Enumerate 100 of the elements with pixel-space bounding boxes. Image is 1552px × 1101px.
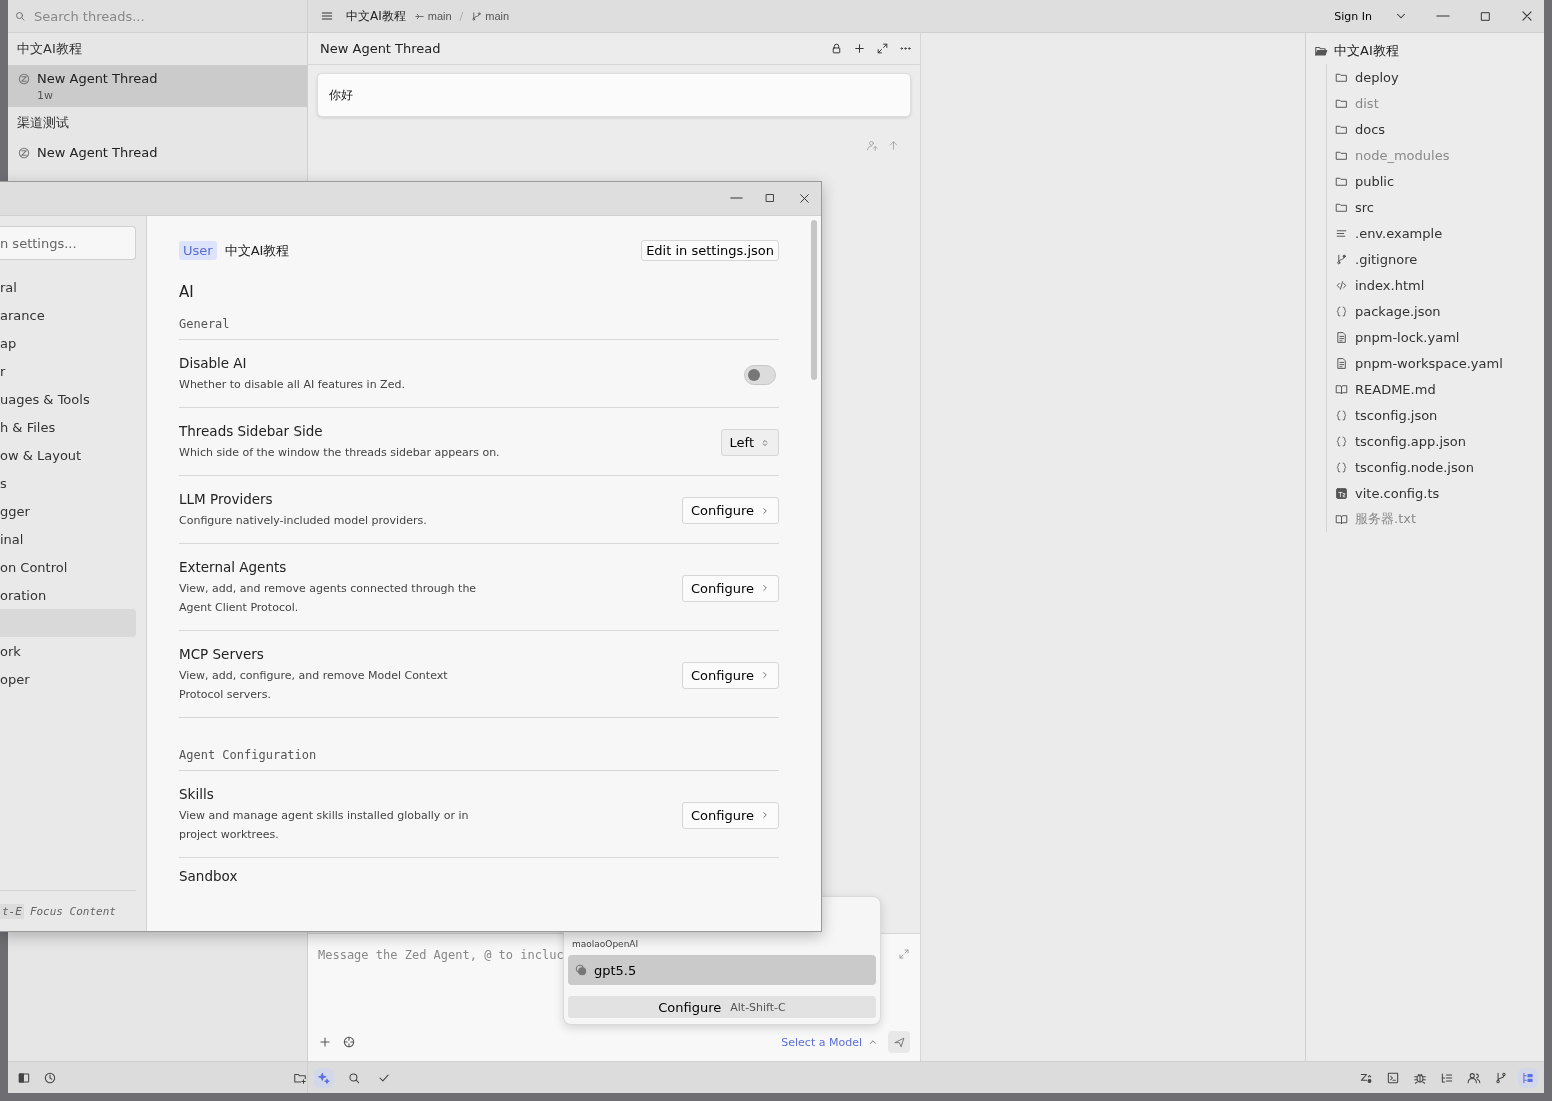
model-icon — [574, 963, 588, 977]
tree-item[interactable]: pnpm-workspace.yaml — [1327, 350, 1544, 376]
outline-button[interactable] — [1440, 1070, 1454, 1085]
outline-icon — [1440, 1070, 1454, 1085]
tree-item[interactable]: .gitignore — [1327, 246, 1544, 272]
tree-item[interactable]: docs — [1327, 116, 1544, 142]
users-button[interactable] — [1467, 1070, 1481, 1085]
nav-item[interactable]: ow & Layout — [0, 441, 136, 469]
tree-item[interactable]: pnpm-lock.yaml — [1327, 324, 1544, 350]
nav-item[interactable]: r — [0, 357, 136, 385]
expand-icon — [876, 42, 889, 55]
tree-button[interactable] — [1521, 1070, 1535, 1085]
configure-button[interactable]: Configure — [682, 574, 779, 602]
tree-item[interactable]: 中文AI教程 — [1306, 38, 1544, 64]
nav-item[interactable]: inal — [0, 525, 136, 553]
document-icon — [1335, 356, 1348, 370]
thread-item[interactable]: New Agent Thread — [8, 139, 307, 165]
mention-button[interactable] — [342, 1035, 356, 1049]
tree-item[interactable]: src — [1327, 194, 1544, 220]
tree-item[interactable]: tsconfig.node.json — [1327, 454, 1544, 480]
setting-description: View and manage agent skills installed globally or in project worktrees. — [179, 808, 470, 843]
tree-item[interactable]: vite.config.ts — [1327, 480, 1544, 506]
item-label: 中文AI教程 — [1334, 42, 1399, 60]
tree-item[interactable]: tsconfig.json — [1327, 402, 1544, 428]
thread-item[interactable]: New Agent Thread 1w — [8, 65, 307, 107]
close-icon — [797, 191, 811, 205]
sparkle-button[interactable] — [317, 1070, 331, 1085]
sign-in-button[interactable]: Sign In — [1330, 9, 1376, 23]
minimize-icon — [729, 197, 743, 199]
sparkle-icon — [317, 1070, 331, 1085]
clock-icon — [43, 1070, 57, 1085]
branch-button[interactable] — [1494, 1070, 1508, 1085]
model-selector[interactable]: Select a Model — [781, 1035, 878, 1049]
terminal-button[interactable] — [1386, 1070, 1400, 1085]
dropdown[interactable]: Left — [720, 429, 779, 456]
model-option[interactable]: gpt5.5 — [568, 955, 876, 985]
chevron-right-icon — [760, 810, 770, 820]
setting-description: View, add, configure, and remove Model Context Protocol servers. — [179, 668, 449, 703]
nav-item[interactable]: gger — [0, 497, 136, 525]
branch-button[interactable]: main — [471, 10, 510, 22]
nav-item[interactable]: s — [0, 469, 136, 497]
clock-button[interactable] — [43, 1070, 57, 1085]
chevron-right-icon — [760, 583, 770, 593]
braces-icon — [1335, 408, 1348, 422]
scrollbar[interactable] — [811, 220, 817, 380]
users-icon — [1467, 1070, 1481, 1085]
nav-item[interactable]: ork — [0, 637, 136, 665]
configure-button[interactable]: Configure — [682, 661, 779, 689]
nav-item[interactable]: h & Files — [0, 413, 136, 441]
setting-name: LLM Providers — [179, 491, 274, 507]
plus-icon — [853, 42, 866, 55]
search-icon — [347, 1070, 361, 1085]
user-arrow-icon — [866, 139, 879, 152]
nav-item[interactable]: oration — [0, 581, 136, 609]
search-button[interactable] — [347, 1070, 361, 1085]
tree-item[interactable]: package.json — [1327, 298, 1544, 324]
footer-hint: Focus Content — [29, 904, 116, 918]
nav-item[interactable]: ral — [0, 273, 136, 301]
item-label: tsconfig.app.json — [1355, 433, 1466, 449]
search-input[interactable]: Search threads... — [32, 7, 276, 25]
tree-item[interactable]: .env.example — [1327, 220, 1544, 246]
sidebar-button[interactable] — [17, 1070, 31, 1085]
setting-name: MCP Servers — [179, 646, 265, 662]
menu-button[interactable] — [320, 9, 334, 23]
worktree-button[interactable]: main — [413, 10, 452, 22]
thread-title: New Agent Thread — [320, 41, 442, 56]
nav-item[interactable]: uages & Tools — [0, 385, 136, 413]
search-input[interactable]: n settings... — [0, 235, 130, 251]
send-icon — [892, 1035, 906, 1049]
nav-item[interactable]: oper — [0, 665, 136, 693]
setting-name: Disable AI — [179, 355, 248, 371]
lock-button[interactable] — [830, 42, 843, 55]
tree-item[interactable]: tsconfig.app.json — [1327, 428, 1544, 454]
toggle-switch[interactable] — [744, 364, 776, 385]
tree-item[interactable]: index.html — [1327, 272, 1544, 298]
tree-item[interactable]: README.md — [1327, 376, 1544, 402]
nav-item[interactable]: ap — [0, 329, 136, 357]
nav-item[interactable]: on Control — [0, 553, 136, 581]
project-name[interactable]: 中文AI教程 — [346, 7, 406, 25]
configure-button[interactable]: Configure — [682, 801, 779, 829]
lock-icon — [830, 42, 843, 55]
search-field[interactable]: Search threads... — [8, 0, 307, 33]
group-title: 中文AI教程 — [16, 40, 83, 58]
sidebar-icon — [17, 1070, 31, 1085]
scope-tab[interactable]: User — [179, 241, 217, 260]
configure-button[interactable]: Configure — [682, 497, 779, 524]
edit-json-button[interactable]: Edit in settings.json — [641, 240, 779, 261]
configure-button[interactable]: Configure Alt-Shift-C — [568, 996, 876, 1018]
item-label: tsconfig.node.json — [1355, 459, 1474, 475]
provider-label: maolaoOpenAI — [571, 939, 640, 951]
chevron-up-icon — [868, 1037, 878, 1047]
expand-button[interactable] — [876, 42, 889, 55]
tree-item[interactable]: public — [1327, 168, 1544, 194]
search-field[interactable]: n settings... — [0, 226, 136, 260]
tree-item[interactable]: deploy — [1327, 64, 1544, 90]
page-title: AI — [179, 283, 195, 301]
send-button[interactable] — [888, 1031, 910, 1053]
nav-item[interactable]: arance — [0, 301, 136, 329]
plus-button[interactable] — [853, 42, 866, 55]
setting-description: Whether to disable all AI features in Zed. — [179, 377, 406, 393]
